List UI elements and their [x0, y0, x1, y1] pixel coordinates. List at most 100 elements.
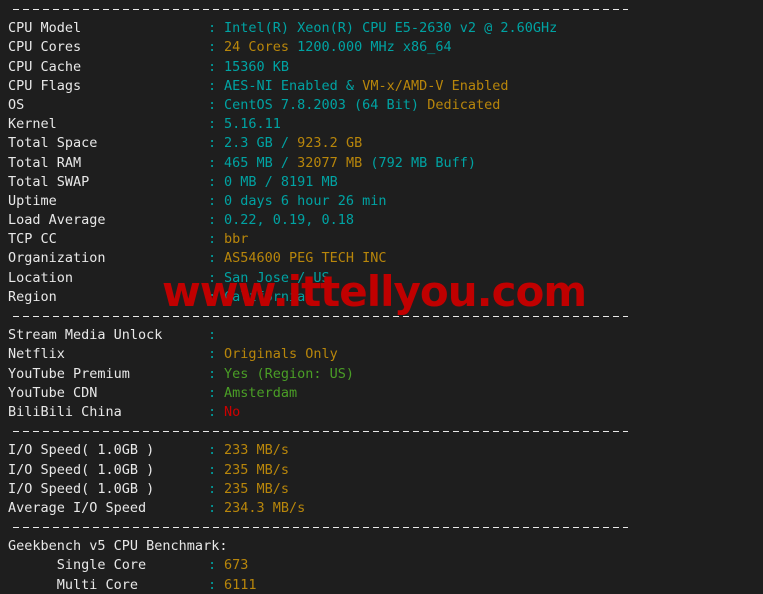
- info-label: Total SWAP: [8, 173, 90, 190]
- info-value: bbr: [224, 231, 249, 248]
- info-row: YouTube Premium: Yes (Region: US): [8, 365, 763, 384]
- info-value: &: [337, 77, 363, 94]
- section-system-info: CPU Model: Intel(R) Xeon(R) CPU E5-2630 v…: [8, 19, 763, 307]
- info-row: Uptime:0 days 6 hour 26 min: [8, 192, 763, 211]
- info-label: Uptime: [8, 192, 57, 209]
- info-colon: :: [208, 58, 217, 75]
- info-label: I/O Speed( 1.0GB ): [8, 461, 155, 478]
- info-value: 923.2 GB: [297, 135, 363, 152]
- info-label: Average I/O Speed: [8, 499, 147, 516]
- info-colon: :: [208, 250, 217, 267]
- info-value: 0 MB / 8191 MB: [224, 173, 338, 190]
- info-label: TCP CC: [8, 231, 57, 248]
- info-label: Total Space: [8, 135, 98, 152]
- info-value: 6111: [224, 576, 257, 593]
- section-separator: [8, 0, 763, 19]
- info-row: OS: CentOS 7.8.2003 (64 Bit) Dedicated: [8, 96, 763, 115]
- info-value: 235 MB/s: [224, 480, 290, 497]
- info-label: CPU Cache: [8, 58, 82, 75]
- info-colon: :: [208, 327, 217, 344]
- info-row: I/O Speed( 1.0GB ):233 MB/s: [8, 441, 763, 460]
- info-value: 235 MB/s: [224, 461, 290, 478]
- info-value: Originals Only: [224, 346, 338, 363]
- info-label: Region: [8, 288, 57, 305]
- info-label: CPU Model: [8, 20, 82, 37]
- info-colon: :: [208, 96, 217, 113]
- info-value: Dedicated: [427, 96, 501, 113]
- info-value: 1200.000 MHz x86_64: [297, 39, 452, 56]
- info-label: Kernel: [8, 116, 57, 133]
- info-label: CPU Cores: [8, 39, 82, 56]
- info-value: [419, 97, 427, 113]
- info-colon: :: [208, 135, 217, 152]
- info-colon: :: [208, 154, 217, 171]
- info-value: Amsterdam: [224, 384, 298, 401]
- info-value: Intel(R) Xeon(R) CPU E5-2630 v2 @ 2.60GH…: [224, 20, 558, 37]
- info-row: CPU Cores:24 Cores 1200.000 MHz x86_64: [8, 38, 763, 57]
- info-value: San Jose / US: [224, 269, 330, 286]
- info-label: Multi Core: [8, 576, 139, 593]
- info-row: Total SWAP:0 MB / 8191 MB: [8, 173, 763, 192]
- info-label: YouTube CDN: [8, 384, 98, 401]
- info-value: /: [272, 135, 298, 152]
- info-label: Stream Media Unlock: [8, 327, 163, 344]
- info-label: Load Average: [8, 212, 106, 229]
- section-stream-media-unlock: Stream Media Unlock: Netflix: Originals On…: [8, 326, 763, 422]
- info-colon: :: [208, 365, 217, 382]
- info-value: 15360 KB: [224, 58, 290, 75]
- info-colon: :: [208, 403, 217, 420]
- info-row: I/O Speed( 1.0GB ):235 MB/s: [8, 461, 763, 480]
- info-row: CPU Cache:15360 KB: [8, 58, 763, 77]
- info-row: Netflix: Originals Only: [8, 345, 763, 364]
- info-value: 465 MB: [224, 154, 273, 171]
- info-value: AS54600 PEG TECH INC: [224, 250, 387, 267]
- info-row: Organization: AS54600 PEG TECH INC: [8, 249, 763, 268]
- info-colon: :: [208, 20, 217, 37]
- info-row: CPU Flags: AES-NI Enabled & VM-x/AMD-V En…: [8, 77, 763, 96]
- info-label: I/O Speed( 1.0GB ): [8, 442, 155, 459]
- info-row: Average I/O Speed:234.3 MB/s: [8, 499, 763, 518]
- info-value: 5.16.11: [224, 116, 281, 133]
- info-label: BiliBili China: [8, 403, 122, 420]
- info-row: Geekbench v5 CPU Benchmark:: [8, 537, 763, 556]
- info-colon: :: [208, 212, 217, 229]
- info-colon: :: [208, 173, 217, 190]
- info-value: 673: [224, 557, 249, 574]
- info-value: Yes (Region: US): [224, 365, 355, 382]
- info-value: 233 MB/s: [224, 442, 290, 459]
- info-value: 0.22, 0.19, 0.18: [224, 212, 355, 229]
- info-value: 0 days 6 hour 26 min: [224, 192, 387, 209]
- info-row: CPU Model: Intel(R) Xeon(R) CPU E5-2630 v…: [8, 19, 763, 38]
- info-value: California: [224, 288, 306, 305]
- info-label: Single Core: [8, 557, 147, 574]
- section-separator: [8, 307, 763, 326]
- terminal-window: CPU Model: Intel(R) Xeon(R) CPU E5-2630 v…: [0, 0, 763, 594]
- info-label: Total RAM: [8, 154, 82, 171]
- info-value: (792 MB Buff): [362, 154, 476, 171]
- info-value: AES-NI Enabled: [224, 77, 338, 94]
- info-label: CPU Flags: [8, 77, 82, 94]
- info-row: YouTube CDN: Amsterdam: [8, 384, 763, 403]
- info-colon: :: [208, 77, 217, 94]
- info-value: CentOS 7.8.2003 (64 Bit): [224, 96, 420, 113]
- info-label: OS: [8, 96, 25, 113]
- info-colon: :: [208, 576, 217, 593]
- info-row: I/O Speed( 1.0GB ):235 MB/s: [8, 480, 763, 499]
- info-colon: :: [208, 442, 217, 459]
- info-row: Load Average:0.22, 0.19, 0.18: [8, 211, 763, 230]
- info-value: [289, 39, 297, 55]
- info-colon: :: [208, 288, 217, 305]
- info-colon: :: [208, 116, 217, 133]
- info-colon: :: [208, 499, 217, 516]
- info-colon: :: [208, 384, 217, 401]
- info-value: 234.3 MB/s: [224, 499, 306, 516]
- terminal-content: CPU Model: Intel(R) Xeon(R) CPU E5-2630 v…: [0, 0, 763, 594]
- section-separator: [8, 518, 763, 537]
- info-row: Region: California: [8, 288, 763, 307]
- info-value: No: [224, 403, 241, 420]
- info-colon: :: [208, 192, 217, 209]
- info-label: I/O Speed( 1.0GB ): [8, 480, 155, 497]
- info-label: Geekbench v5 CPU Benchmark:: [8, 538, 228, 555]
- info-label: Organization: [8, 250, 106, 267]
- info-row: Stream Media Unlock:: [8, 326, 763, 345]
